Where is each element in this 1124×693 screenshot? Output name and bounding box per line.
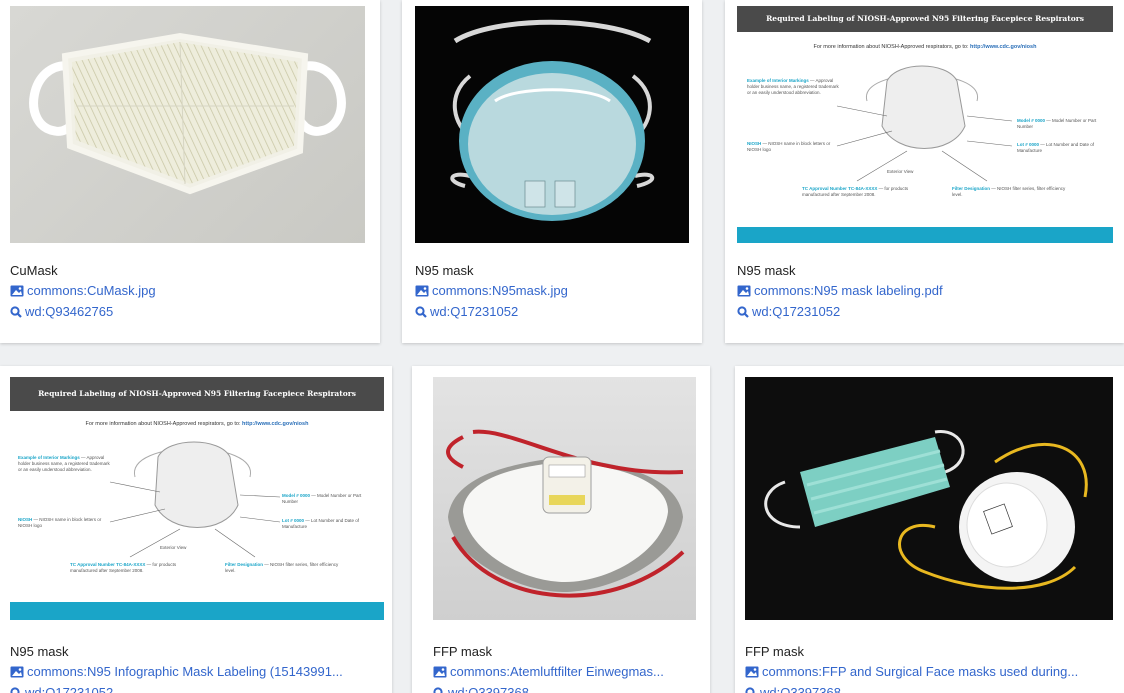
infographic-note-filter: Filter Designation xyxy=(952,186,991,191)
magnifier-icon xyxy=(745,684,757,693)
magnifier-icon xyxy=(737,303,749,322)
image-file-icon xyxy=(10,282,24,301)
commons-file-link[interactable]: commons:Atemluftfilter Einwegmas... xyxy=(433,661,702,682)
infographic-note: TC Approval Number TC-84A-XXXX — for pro… xyxy=(70,562,177,573)
card-title: N95 mask xyxy=(415,263,474,278)
infographic-note: Lot # 0000 — Lot Number and Date of Manu… xyxy=(1017,142,1095,153)
infographic-note: Example of Interior Markings — Approval … xyxy=(18,455,110,472)
image-file-icon xyxy=(737,282,751,301)
infographic-footer xyxy=(10,602,384,620)
commons-file-link[interactable]: commons:N95 Infographic Mask Labeling (1… xyxy=(10,661,384,682)
image-file-icon xyxy=(10,663,24,682)
wikidata-link[interactable]: wd:Q93462765 xyxy=(10,301,372,322)
infographic-note-niosh: NIOSH xyxy=(747,141,762,146)
n95-infographic-image[interactable]: Required Labeling of NIOSH-Approved N95 … xyxy=(10,377,384,620)
card-title: FFP mask xyxy=(433,644,492,659)
commons-file-link[interactable]: commons:N95 mask labeling.pdf xyxy=(737,280,1116,301)
commons-file-link[interactable]: commons:FFP and Surgical Face masks used… xyxy=(745,661,1116,682)
infographic-exterior-view: Exterior View xyxy=(160,545,187,550)
infographic-note: Filter Designation — NIOSH filter series… xyxy=(225,562,339,573)
result-card[interactable]: CuMask commons:CuMask.jpg wd:Q93462765 xyxy=(0,0,380,343)
wikidata-link[interactable]: wd:Q17231052 xyxy=(737,301,1116,322)
commons-file-link-text[interactable]: commons:Atemluftfilter Einwegmas... xyxy=(450,664,664,679)
commons-file-link-text[interactable]: commons:N95mask.jpg xyxy=(432,283,568,298)
infographic-note-model: Model # 0000 xyxy=(282,493,311,498)
ffp-mask-valve-image[interactable] xyxy=(433,377,696,620)
card-title: N95 mask xyxy=(10,644,69,659)
infographic-note-lot: Lot # 0000 xyxy=(282,518,305,523)
wikidata-link-text[interactable]: wd:Q3397368 xyxy=(760,685,841,693)
wikidata-link-text[interactable]: wd:Q3397368 xyxy=(448,685,529,693)
infographic-note-tc: TC Approval Number TC-84A-XXXX xyxy=(802,186,878,191)
image-grid: CuMask commons:CuMask.jpg wd:Q93462765 N… xyxy=(0,0,1124,693)
infographic-note-tc: TC Approval Number TC-84A-XXXX xyxy=(70,562,146,567)
infographic-note-niosh: NIOSH xyxy=(18,517,33,522)
wikidata-link-text[interactable]: wd:Q17231052 xyxy=(752,304,840,319)
magnifier-icon xyxy=(10,684,22,693)
commons-file-link-text[interactable]: commons:N95 mask labeling.pdf xyxy=(754,283,943,298)
infographic-note: NIOSH — NIOSH name in block letters or N… xyxy=(18,517,102,528)
wikidata-link-text[interactable]: wd:Q17231052 xyxy=(430,304,518,319)
commons-file-link-text[interactable]: commons:CuMask.jpg xyxy=(27,283,156,298)
magnifier-icon xyxy=(10,303,22,322)
image-file-icon xyxy=(433,663,447,682)
infographic-note-example: Example of Interior Markings xyxy=(747,78,809,83)
wikidata-link[interactable]: wd:Q3397368 xyxy=(433,682,702,693)
card-title: FFP mask xyxy=(745,644,804,659)
wikidata-link-text[interactable]: wd:Q17231052 xyxy=(25,685,113,693)
wikidata-link-text[interactable]: wd:Q93462765 xyxy=(25,304,113,319)
n95-labeling-image[interactable]: Required Labeling of NIOSH-Approved N95 … xyxy=(737,6,1113,243)
infographic-exterior-view: Exterior View xyxy=(887,169,914,174)
infographic-note: TC Approval Number TC-84A-XXXX — for pro… xyxy=(802,186,909,197)
result-card[interactable]: Required Labeling of NIOSH-Approved N95 … xyxy=(725,0,1124,343)
image-file-icon xyxy=(745,663,759,682)
infographic-footer xyxy=(737,227,1113,243)
ffp-surgical-masks-image[interactable] xyxy=(745,377,1113,620)
infographic-note: Example of Interior Markings — Approval … xyxy=(747,78,839,95)
commons-file-link[interactable]: commons:N95mask.jpg xyxy=(415,280,694,301)
commons-file-link-text[interactable]: commons:FFP and Surgical Face masks used… xyxy=(762,664,1078,679)
infographic-note-lot: Lot # 0000 xyxy=(1017,142,1040,147)
wikidata-link[interactable]: wd:Q17231052 xyxy=(10,682,384,693)
infographic-note-filter: Filter Designation xyxy=(225,562,264,567)
wikidata-link[interactable]: wd:Q3397368 xyxy=(745,682,1116,693)
cumask-image[interactable] xyxy=(10,6,365,243)
n95-mask-image[interactable] xyxy=(415,6,689,243)
infographic-note: Filter Designation — NIOSH filter series… xyxy=(952,186,1066,197)
magnifier-icon xyxy=(433,684,445,693)
card-title: CuMask xyxy=(10,263,58,278)
commons-file-link[interactable]: commons:CuMask.jpg xyxy=(10,280,372,301)
infographic-note: Exterior View xyxy=(160,545,186,551)
result-card[interactable]: N95 mask commons:N95mask.jpg wd:Q1723105… xyxy=(402,0,702,343)
infographic-note: Exterior View xyxy=(887,169,913,175)
infographic-note: Model # 0000 — Model Number or Part Numb… xyxy=(282,493,362,504)
card-title: N95 mask xyxy=(737,263,796,278)
infographic-note: NIOSH — NIOSH name in block letters or N… xyxy=(747,141,831,152)
image-file-icon xyxy=(415,282,429,301)
result-card[interactable]: Required Labeling of NIOSH-Approved N95 … xyxy=(0,366,392,693)
magnifier-icon xyxy=(415,303,427,322)
wikidata-link[interactable]: wd:Q17231052 xyxy=(415,301,694,322)
infographic-note-example: Example of Interior Markings xyxy=(18,455,80,460)
commons-file-link-text[interactable]: commons:N95 Infographic Mask Labeling (1… xyxy=(27,664,343,679)
infographic-note-model: Model # 0000 xyxy=(1017,118,1046,123)
infographic-note: Lot # 0000 — Lot Number and Date of Manu… xyxy=(282,518,360,529)
infographic-note: Model # 0000 — Model Number or Part Numb… xyxy=(1017,118,1097,129)
result-card[interactable]: FFP mask commons:Atemluftfilter Einwegma… xyxy=(412,366,710,693)
result-card[interactable]: FFP mask commons:FFP and Surgical Face m… xyxy=(735,366,1124,693)
